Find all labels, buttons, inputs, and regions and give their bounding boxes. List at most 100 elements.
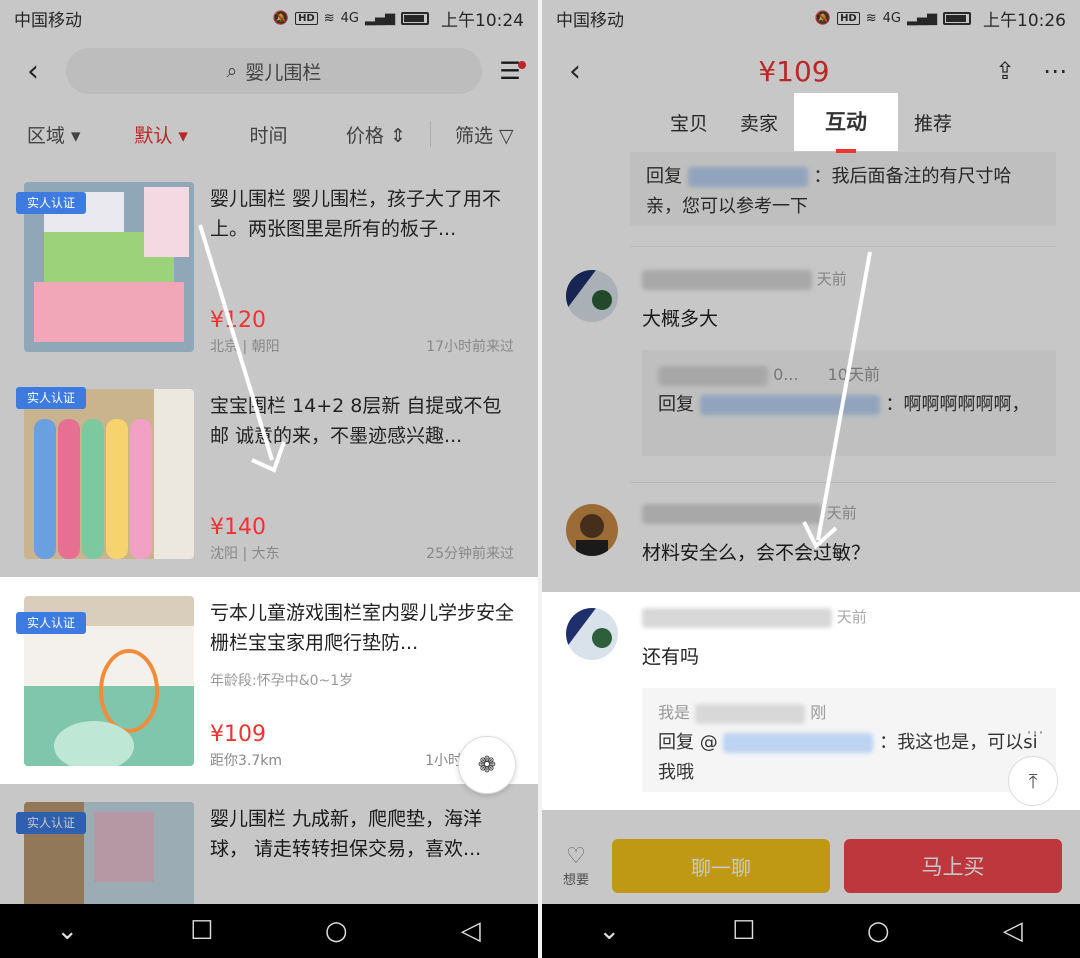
list-item[interactable]: 实人认证 婴儿围栏 婴儿围栏，孩子大了用不上。两张图里是所有的板子... ¥12… [0, 170, 538, 376]
unread-dot [518, 61, 526, 69]
left-screen: 中国移动 🔕 HD ≋ 4G ▂▄▆ 上午10:24 ‹ ⌕ 婴儿围栏 ☰ 区域… [0, 0, 538, 958]
divider [630, 482, 1056, 483]
paw-icon: ❁ [477, 752, 497, 778]
item-price: ¥120 [210, 308, 266, 333]
nav-back-icon[interactable]: ◁ [983, 916, 1043, 946]
mute-icon: 🔕 [814, 10, 832, 26]
item-subtitle: 年龄段:怀孕中&0~1岁 [210, 673, 354, 689]
item-title: 亏本儿童游戏围栏室内婴儿学步安全栅栏宝宝家用爬行垫防... [210, 602, 514, 654]
heart-icon: ♡ [566, 844, 586, 869]
nav-home-icon[interactable]: ○ [848, 916, 908, 946]
message-icon[interactable]: ☰ [482, 57, 538, 85]
reply-line: 回复 @ ：我这也是，可以si我哦 [658, 732, 1038, 783]
paw-button[interactable]: ❁ [458, 736, 516, 794]
reply-author: 我是 刚 [658, 703, 827, 724]
status-bar: 中国移动 🔕 HD ≋ 4G ▂▄▆ 上午10:24 [0, 0, 538, 36]
nav-recents-icon[interactable]: ☐ [714, 916, 774, 946]
reply-text: ：啊啊啊啊啊啊， [885, 394, 1030, 415]
system-nav-bar: ⌄ ☐ ○ ◁ [0, 904, 538, 958]
item-title: 宝宝围栏 14+2 8层新 自提或不包邮 诚意的来，不墨迹感兴趣... [210, 395, 502, 447]
comment-item: 天前 材料安全么，会不会过敏？ [542, 496, 1080, 586]
item-title: 婴儿围栏 婴儿围栏，孩子大了用不上。两张图里是所有的板子... [210, 188, 502, 240]
wifi-icon: ≋ [865, 10, 877, 26]
comment-text: 还有吗 [642, 646, 700, 668]
back-to-top-button[interactable]: ⤒ [1008, 756, 1058, 806]
divider [630, 246, 1056, 247]
tab-interaction[interactable]: 互动 [794, 93, 898, 153]
detail-tabs: 宝贝 卖家 互动 推荐 [542, 93, 1080, 153]
reply-line: 回复 ：啊啊啊啊啊啊， [658, 394, 1030, 415]
search-row: ‹ ⌕ 婴儿围栏 ☰ [0, 44, 538, 98]
comment-author: 天前 [642, 606, 867, 628]
want-button[interactable]: ♡ 想要 [554, 844, 598, 888]
tab-recommend[interactable]: 推荐 [898, 109, 968, 136]
reply-block: 我是 刚 回复 @ ：我这也是，可以si我哦 ⋯ [642, 688, 1056, 792]
list-item[interactable]: 实人认证 宝宝围栏 14+2 8层新 自提或不包邮 诚意的来，不墨迹感兴趣...… [0, 377, 538, 583]
right-screen: 中国移动 🔕 HD ≋ 4G ▂▄▆ 上午10:26 ‹ ¥109 ⇪ ⋯ 宝贝… [542, 0, 1080, 958]
battery-icon [943, 11, 971, 25]
filter-default[interactable]: 默认 ▾ [107, 121, 214, 148]
reply-block: 0... 10天前 回复 ：啊啊啊啊啊啊， [642, 350, 1056, 456]
filter-region[interactable]: 区域 ▾ [0, 121, 107, 148]
item-location: 距你3.7km [210, 753, 283, 769]
buy-button[interactable]: 马上买 [844, 839, 1062, 893]
clock: 上午10:24 [441, 10, 524, 31]
comment-text: 材料安全么，会不会过敏？ [642, 542, 871, 564]
filter-time[interactable]: 时间 [215, 121, 322, 148]
dim-overlay [542, 810, 1080, 828]
avatar [566, 504, 618, 556]
item-time: 17小时前来过 [426, 339, 514, 355]
more-icon[interactable]: ⋯ [1030, 57, 1080, 85]
nav-back-icon[interactable]: ◁ [441, 916, 501, 946]
signal-label: 4G [340, 10, 359, 26]
signal-label: 4G [882, 10, 901, 26]
filter-bar: 区域 ▾ 默认 ▾ 时间 价格 ⇕ 筛选 ▽ [0, 110, 538, 158]
verified-badge: 实人认证 [16, 812, 86, 834]
nav-down-icon[interactable]: ⌄ [579, 916, 639, 946]
nav-down-icon[interactable]: ⌄ [37, 916, 97, 946]
share-icon[interactable]: ⇪ [980, 57, 1030, 85]
item-title: 婴儿围栏 九成新，爬爬垫，海洋球， 请走转转担保交易，喜欢... [210, 808, 483, 860]
wifi-icon: ≋ [323, 10, 335, 26]
verified-badge: 实人认证 [16, 612, 86, 634]
carrier-label: 中国移动 [14, 10, 82, 31]
action-bar: ♡ 想要 聊一聊 马上买 [542, 828, 1080, 904]
comment-author: 天前 [642, 268, 847, 290]
back-icon[interactable]: ‹ [542, 54, 608, 89]
item-thumbnail [24, 389, 194, 559]
back-icon[interactable]: ‹ [0, 54, 66, 89]
detail-header: ‹ ¥109 ⇪ ⋯ [542, 44, 1080, 98]
item-location: 沈阳 | 大东 [210, 546, 280, 562]
tab-seller[interactable]: 卖家 [724, 109, 794, 136]
verified-badge: 实人认证 [16, 387, 86, 409]
comment-author: 天前 [642, 502, 857, 524]
search-text: 婴儿围栏 [245, 61, 322, 84]
avatar [566, 270, 618, 322]
arrow-up-icon: ⤒ [1028, 769, 1038, 793]
chat-button[interactable]: 聊一聊 [612, 839, 830, 893]
comment-item: 天前 大概多大 0... 10天前 回复 ：啊啊啊啊啊啊， [542, 262, 1080, 472]
item-time: 25分钟前来过 [426, 546, 514, 562]
blurred-username [723, 733, 874, 753]
signal-icon: ▂▄▆ [365, 10, 395, 26]
comment-text: 大概多大 [642, 308, 719, 330]
mute-icon: 🔕 [272, 10, 290, 26]
filter-screen[interactable]: 筛选 ▽ [431, 121, 538, 148]
blurred-username [699, 395, 880, 415]
reply-block: 回复 ：我后面备注的有尺寸哈亲，您可以参考一下 [630, 152, 1056, 226]
nav-recents-icon[interactable]: ☐ [172, 916, 232, 946]
nav-home-icon[interactable]: ○ [306, 916, 366, 946]
header-price: ¥109 [758, 54, 830, 88]
reply-author: 0... 10天前 [658, 360, 1040, 390]
filter-price[interactable]: 价格 ⇕ [322, 121, 429, 148]
hd-icon: HD [837, 11, 860, 25]
item-price: ¥109 [210, 722, 266, 747]
tab-item[interactable]: 宝贝 [654, 109, 724, 136]
hd-icon: HD [295, 11, 318, 25]
carrier-label: 中国移动 [556, 10, 624, 31]
more-icon[interactable]: ⋯ [1026, 718, 1044, 748]
avatar [566, 608, 618, 660]
list-item[interactable]: 实人认证 亏本儿童游戏围栏室内婴儿学步安全栅栏宝宝家用爬行垫防... 年龄段:怀… [0, 584, 538, 790]
search-input[interactable]: ⌕ 婴儿围栏 [66, 48, 482, 94]
blurred-username [687, 167, 808, 187]
